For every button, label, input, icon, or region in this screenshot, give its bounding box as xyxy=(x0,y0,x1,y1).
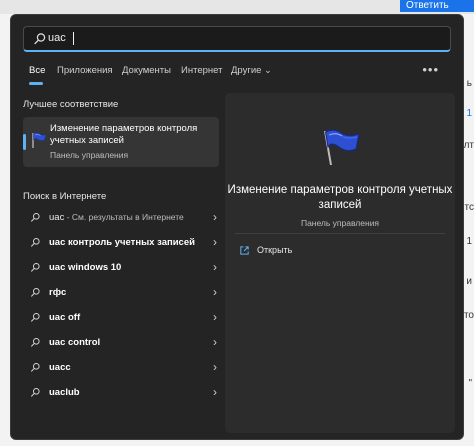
tab-other-label: Другие xyxy=(231,65,262,76)
tab-all[interactable]: Все xyxy=(29,65,45,76)
background-text: 1 xyxy=(466,236,472,247)
search-icon xyxy=(31,213,40,222)
web-result-label: uaclub xyxy=(49,387,80,398)
web-result-item[interactable]: uacc › xyxy=(23,356,223,380)
search-query: uac xyxy=(48,32,66,44)
web-result-item[interactable]: uac - См. результаты в Интернете › xyxy=(23,206,223,230)
open-label: Открыть xyxy=(257,245,293,255)
background-text: " xyxy=(468,378,472,389)
chevron-right-icon: › xyxy=(213,260,217,274)
selection-indicator xyxy=(23,134,26,150)
filter-tabs: Все Приложения Документы Интернет Другие… xyxy=(23,62,453,89)
web-result-label: uac - См. результаты в Интернете xyxy=(49,212,184,223)
chevron-right-icon: › xyxy=(213,285,217,299)
results-column: Лучшее соответствие Изменение параметров… xyxy=(23,99,223,399)
search-icon xyxy=(34,33,46,45)
active-tab-indicator xyxy=(29,82,43,85)
best-match-item[interactable]: Изменение параметров контроля учетных за… xyxy=(23,117,219,167)
web-result-label: uac control xyxy=(49,337,101,348)
background-text: лт xyxy=(463,140,474,151)
tab-internet[interactable]: Интернет xyxy=(181,65,222,76)
web-result-item[interactable]: uaclub › xyxy=(23,381,223,405)
web-result-label: uac windows 10 xyxy=(49,262,122,273)
background-text: тс xyxy=(464,202,474,213)
web-result-label: uac off xyxy=(49,312,81,323)
details-subtitle: Панель управления xyxy=(300,218,380,228)
best-match-subtitle: Панель управления xyxy=(50,150,129,160)
background-text: то xyxy=(463,310,474,321)
search-icon xyxy=(31,263,40,272)
chevron-right-icon: › xyxy=(213,235,217,249)
chevron-right-icon: › xyxy=(213,210,217,224)
search-icon xyxy=(31,313,40,322)
web-result-item[interactable]: uac control › xyxy=(23,331,223,355)
web-result-label: uac контроль учетных записей xyxy=(49,237,195,248)
chevron-down-icon: ⌄ xyxy=(264,65,272,75)
web-search-heading: Поиск в Интернете xyxy=(23,191,107,202)
chevron-right-icon: › xyxy=(213,360,217,374)
background-text: ь xyxy=(466,78,472,89)
web-result-item[interactable]: uac off › xyxy=(23,306,223,330)
uac-flag-icon xyxy=(32,132,47,148)
tab-documents[interactable]: Документы xyxy=(122,65,171,76)
chevron-right-icon: › xyxy=(213,335,217,349)
background-reply-button[interactable]: Ответить xyxy=(400,0,474,12)
search-icon xyxy=(31,288,40,297)
chevron-right-icon: › xyxy=(213,385,217,399)
open-button[interactable]: Открыть xyxy=(239,244,359,260)
background-text: и xyxy=(466,276,472,287)
best-match-heading: Лучшее соответствие xyxy=(23,99,119,110)
web-result-label: rфc xyxy=(49,287,67,298)
open-external-icon xyxy=(240,246,249,255)
web-result-item[interactable]: uac контроль учетных записей › xyxy=(23,231,223,255)
web-result-item[interactable]: uac windows 10 › xyxy=(23,256,223,280)
more-options-icon[interactable]: ••• xyxy=(422,62,439,77)
search-icon xyxy=(31,338,40,347)
search-icon xyxy=(31,388,40,397)
details-title: Изменение параметров контроля учетных за… xyxy=(227,184,453,211)
text-caret xyxy=(73,32,74,45)
best-match-title: Изменение параметров контроля учетных за… xyxy=(50,123,198,146)
tab-apps[interactable]: Приложения xyxy=(57,65,113,76)
search-icon xyxy=(31,238,40,247)
search-icon xyxy=(31,363,40,372)
chevron-right-icon: › xyxy=(213,310,217,324)
web-result-item[interactable]: rфc › xyxy=(23,281,223,305)
start-search-panel: uac Все Приложения Документы Интернет Др… xyxy=(10,14,464,440)
details-pane: Изменение параметров контроля учетных за… xyxy=(225,93,455,433)
divider xyxy=(235,233,445,234)
tab-other[interactable]: Другие ⌄ xyxy=(231,65,272,76)
uac-flag-icon xyxy=(324,129,360,166)
web-result-label: uacc xyxy=(49,362,71,373)
search-input[interactable]: uac xyxy=(23,26,451,52)
background-text: 1 xyxy=(466,108,472,119)
